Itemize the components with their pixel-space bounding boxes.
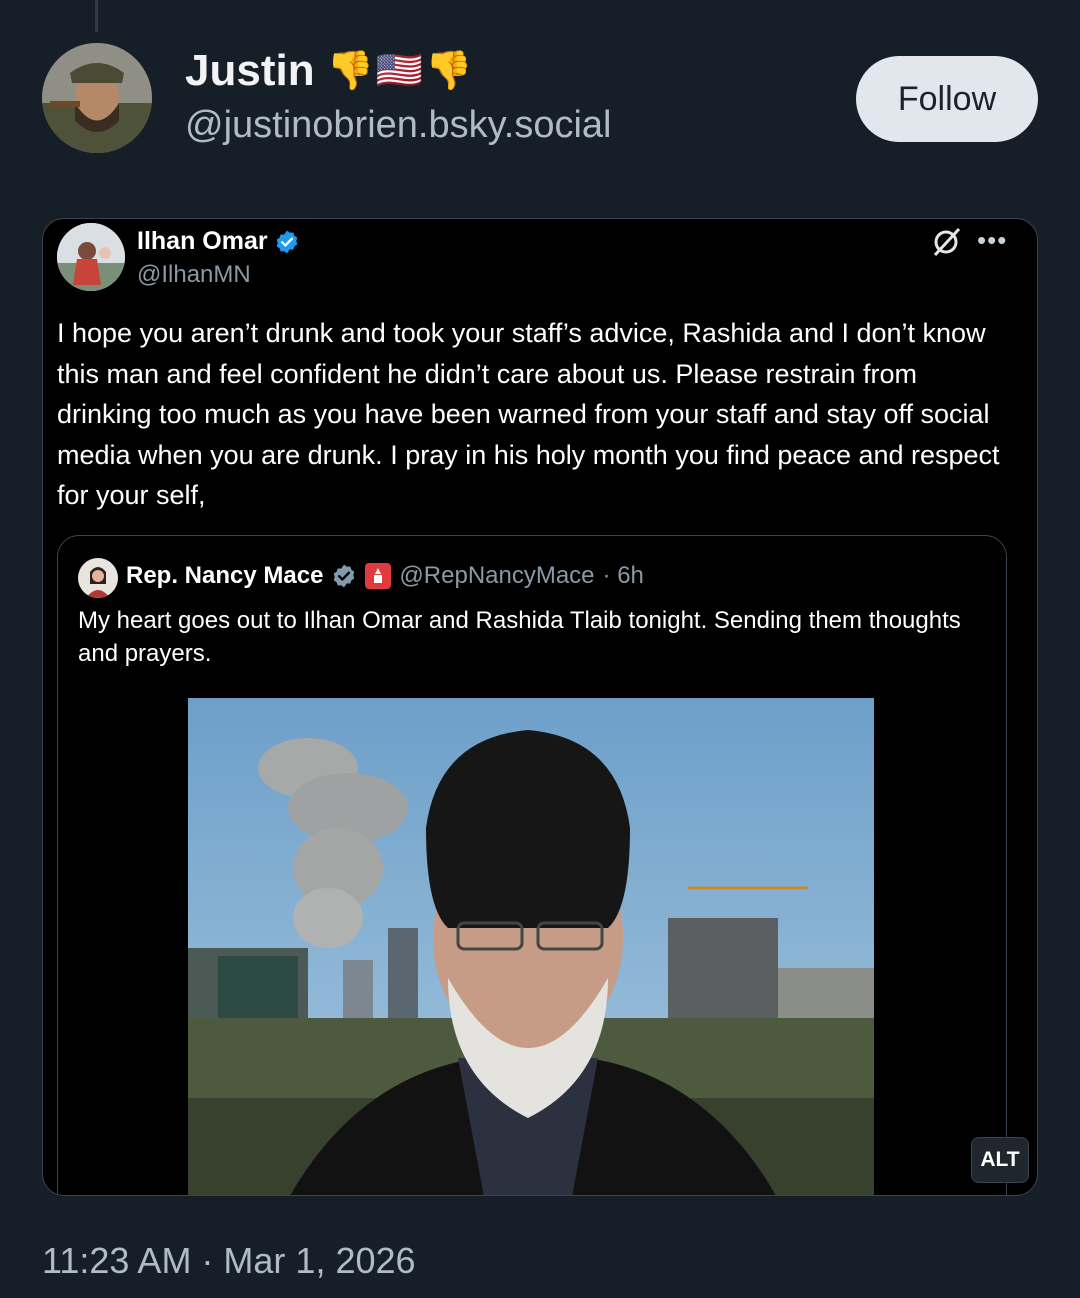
grok-icon <box>933 227 961 257</box>
quoted-author-name: Rep. Nancy Mace <box>126 562 324 589</box>
quoted-author-avatar <box>78 558 118 598</box>
follow-button[interactable]: Follow <box>856 56 1038 142</box>
embedded-author-handle: @IlhanMN <box>137 261 251 288</box>
thumbs-down-icon: 👎 <box>425 50 473 92</box>
author-emoji-row: 👎 🇺🇸 👎 <box>327 49 473 93</box>
embedded-tweet-body: I hope you aren’t drunk and took your st… <box>57 318 1000 510</box>
quoted-header: Rep. Nancy Mace @RepNancyMace · 6h <box>126 562 644 590</box>
quoted-tweet-body: My heart goes out to Ilhan Omar and Rash… <box>78 607 961 667</box>
author-name-row[interactable]: Justin 👎 🇺🇸 👎 <box>185 46 473 96</box>
embedded-author-name-row: Ilhan Omar <box>137 227 300 256</box>
embedded-author-name: Ilhan Omar <box>137 227 268 255</box>
author-display-name[interactable]: Justin <box>185 46 315 96</box>
thumbs-down-icon: 👎 <box>326 50 374 92</box>
author-avatar[interactable] <box>42 43 152 153</box>
quoted-photo <box>188 698 874 1195</box>
quoted-author-handle: @RepNancyMace <box>399 562 595 589</box>
post-timestamp[interactable]: 11:23 AM · Mar 1, 2026 <box>42 1240 416 1282</box>
more-icon: ••• <box>977 225 1008 255</box>
verified-icon <box>334 564 355 588</box>
us-flag-icon: 🇺🇸 <box>375 50 424 92</box>
verified-icon <box>276 230 297 253</box>
quoted-tweet: Rep. Nancy Mace @RepNancyMace · 6h My he… <box>57 535 1007 1195</box>
embedded-author-avatar <box>57 223 125 291</box>
alt-text-badge[interactable]: ALT <box>971 1137 1029 1183</box>
thread-line <box>95 0 98 32</box>
quoted-age: · 6h <box>602 562 644 589</box>
congress-badge-icon <box>365 563 392 589</box>
embedded-screenshot[interactable]: Ilhan Omar @IlhanMN ••• I hope you aren’… <box>42 218 1038 1196</box>
author-handle[interactable]: @justinobrien.bsky.social <box>185 104 612 147</box>
